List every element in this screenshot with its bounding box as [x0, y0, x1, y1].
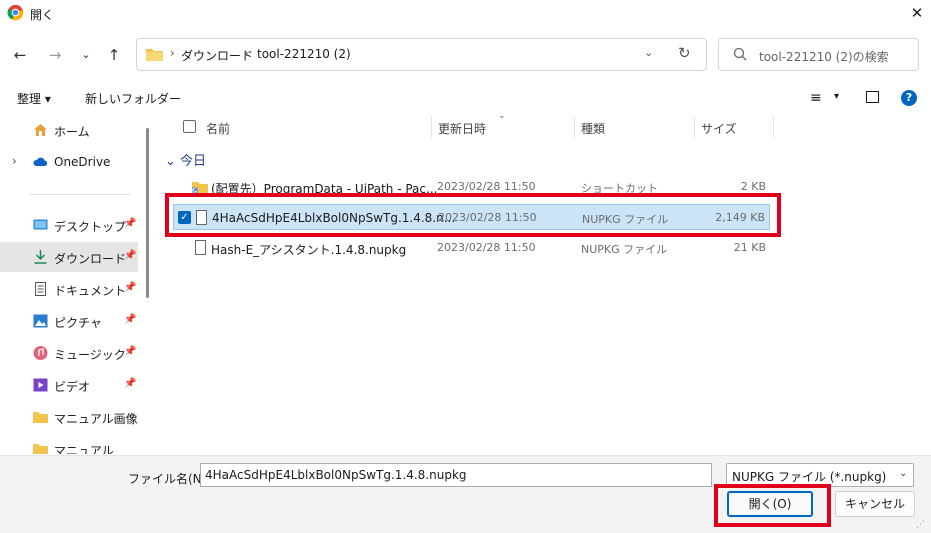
forward-button[interactable]: → — [44, 44, 66, 66]
up-button[interactable]: ↑ — [103, 44, 125, 66]
search-icon — [733, 47, 747, 61]
pin-icon: 📌 — [124, 250, 137, 261]
pin-icon: 📌 — [124, 346, 137, 357]
folder-icon — [33, 444, 48, 454]
view-dropdown-icon[interactable]: ▾ — [834, 91, 839, 102]
table-row[interactable]: Hash-E_アシスタント.1.4.8.nupkg 2023/02/28 11:… — [173, 235, 770, 261]
sidebar-item-music[interactable]: ミュージック 📌 — [0, 338, 138, 368]
select-all-checkbox[interactable] — [183, 120, 196, 133]
sidebar-item-label: ビデオ — [54, 380, 91, 394]
cancel-button[interactable]: キャンセル — [835, 491, 915, 517]
breadcrumb-separator: › — [244, 46, 249, 60]
sidebar-item-pictures[interactable]: ピクチャ 📌 — [0, 306, 138, 336]
sidebar-item-label: ミュージック — [54, 348, 126, 362]
address-bar[interactable]: › ダウンロード › tool-221210 (2) ⌄ ↻ — [136, 38, 707, 71]
sidebar-item-manual-images[interactable]: マニュアル画像 — [0, 402, 138, 432]
navigation-pane: ホーム › OneDrive デスクトップ 📌 ダウンロード 📌 ドキュメント … — [0, 114, 155, 454]
column-separator[interactable] — [574, 116, 575, 138]
column-separator[interactable] — [694, 116, 695, 138]
file-icon — [195, 240, 206, 255]
pin-icon: 📌 — [124, 218, 137, 229]
highlight-selected-file — [165, 193, 781, 237]
chevron-down-icon: ⌄ — [899, 468, 908, 479]
sidebar-item-manual[interactable]: マニュアル — [0, 434, 138, 454]
chevron-right-icon[interactable]: › — [12, 154, 17, 168]
column-header-type[interactable]: 種類 — [581, 120, 605, 137]
desktop-icon — [33, 219, 48, 230]
video-icon — [33, 378, 48, 392]
sidebar-item-label: マニュアル画像 — [54, 412, 138, 426]
back-button[interactable]: ← — [9, 44, 31, 66]
view-options-icon[interactable]: ≡ — [810, 90, 822, 106]
file-date: 2023/02/28 11:50 — [437, 241, 536, 254]
sidebar-item-onedrive[interactable]: › OneDrive — [0, 147, 138, 177]
close-icon[interactable]: ✕ — [906, 3, 928, 23]
chevron-down-icon[interactable]: ⌄ — [644, 46, 653, 59]
filename-field[interactable]: 4HaAcSdHpE4LblxBol0NpSwTg.1.4.8.nupkg — [200, 463, 712, 487]
file-date: 2023/02/28 11:50 — [437, 180, 536, 193]
folder-icon — [146, 49, 163, 61]
sidebar-item-home[interactable]: ホーム — [0, 115, 138, 145]
sidebar-item-label: ピクチャ — [54, 316, 102, 330]
highlight-open-button — [714, 484, 831, 527]
column-header-size[interactable]: サイズ — [701, 120, 737, 137]
pin-icon: 📌 — [124, 314, 137, 325]
column-header-date[interactable]: 更新日時 — [438, 120, 486, 137]
sidebar-item-desktop[interactable]: デスクトップ 📌 — [0, 210, 138, 240]
folder-icon — [33, 412, 48, 423]
recent-locations-dropdown[interactable]: ⌄ — [75, 44, 97, 66]
file-name: Hash-E_アシスタント.1.4.8.nupkg — [211, 243, 407, 257]
breadcrumb-current-folder[interactable]: tool-221210 (2) — [257, 47, 351, 61]
sidebar-item-label: デスクトップ — [54, 220, 127, 234]
organize-button[interactable]: 整理 ▾ — [17, 90, 51, 107]
sidebar-item-downloads[interactable]: ダウンロード 📌 — [0, 242, 138, 272]
column-separator[interactable] — [431, 116, 432, 138]
shortcut-folder-icon — [192, 182, 208, 193]
breadcrumb-separator: › — [170, 46, 175, 60]
home-icon — [34, 124, 47, 136]
file-type: NUPKG ファイル — [581, 243, 668, 256]
sidebar-scrollbar[interactable] — [146, 128, 149, 298]
resize-grip-icon[interactable]: ⋰ — [916, 520, 925, 530]
file-size: 21 KB — [733, 241, 766, 254]
group-header-today[interactable]: ⌄ 今日 — [165, 150, 206, 169]
filename-label: ファイル名(N): — [128, 472, 211, 486]
sidebar-item-label: OneDrive — [54, 155, 111, 169]
new-folder-button[interactable]: 新しいフォルダー — [85, 90, 181, 107]
sort-indicator-icon: ⌄ — [498, 111, 506, 121]
file-size: 2 KB — [740, 180, 766, 193]
sidebar-item-videos[interactable]: ビデオ 📌 — [0, 370, 138, 400]
window-title: 開く — [30, 8, 55, 22]
file-list: 名前 ⌄ 更新日時 種類 サイズ ⌄ 今日 (配置先）ProgramData -… — [157, 111, 931, 454]
sidebar-item-label: ドキュメント — [54, 284, 127, 298]
sidebar-item-label: ダウンロード — [54, 252, 127, 266]
pin-icon: 📌 — [124, 378, 137, 389]
pictures-icon — [33, 314, 48, 328]
music-icon — [33, 346, 48, 360]
filetype-value: NUPKG ファイル (*.nupkg) — [732, 470, 887, 484]
chrome-icon — [7, 4, 24, 21]
sidebar-item-label: マニュアル — [54, 444, 114, 454]
download-icon — [34, 250, 47, 264]
help-icon[interactable]: ? — [901, 90, 917, 106]
breadcrumb-downloads[interactable]: ダウンロード — [181, 47, 253, 64]
divider — [30, 194, 130, 195]
sidebar-item-documents[interactable]: ドキュメント 📌 — [0, 274, 138, 304]
cloud-icon — [33, 157, 48, 166]
search-placeholder: tool-221210 (2)の検索 — [759, 50, 889, 64]
title-bar: 開く ✕ — [0, 0, 931, 27]
document-icon — [35, 282, 46, 296]
sidebar-item-label: ホーム — [54, 125, 90, 139]
refresh-icon[interactable]: ↻ — [678, 44, 691, 62]
column-separator[interactable] — [773, 116, 774, 138]
pin-icon: 📌 — [124, 282, 137, 293]
preview-pane-icon[interactable] — [866, 91, 879, 103]
search-input[interactable]: tool-221210 (2)の検索 — [718, 38, 919, 71]
column-header-name[interactable]: 名前 — [206, 120, 230, 137]
